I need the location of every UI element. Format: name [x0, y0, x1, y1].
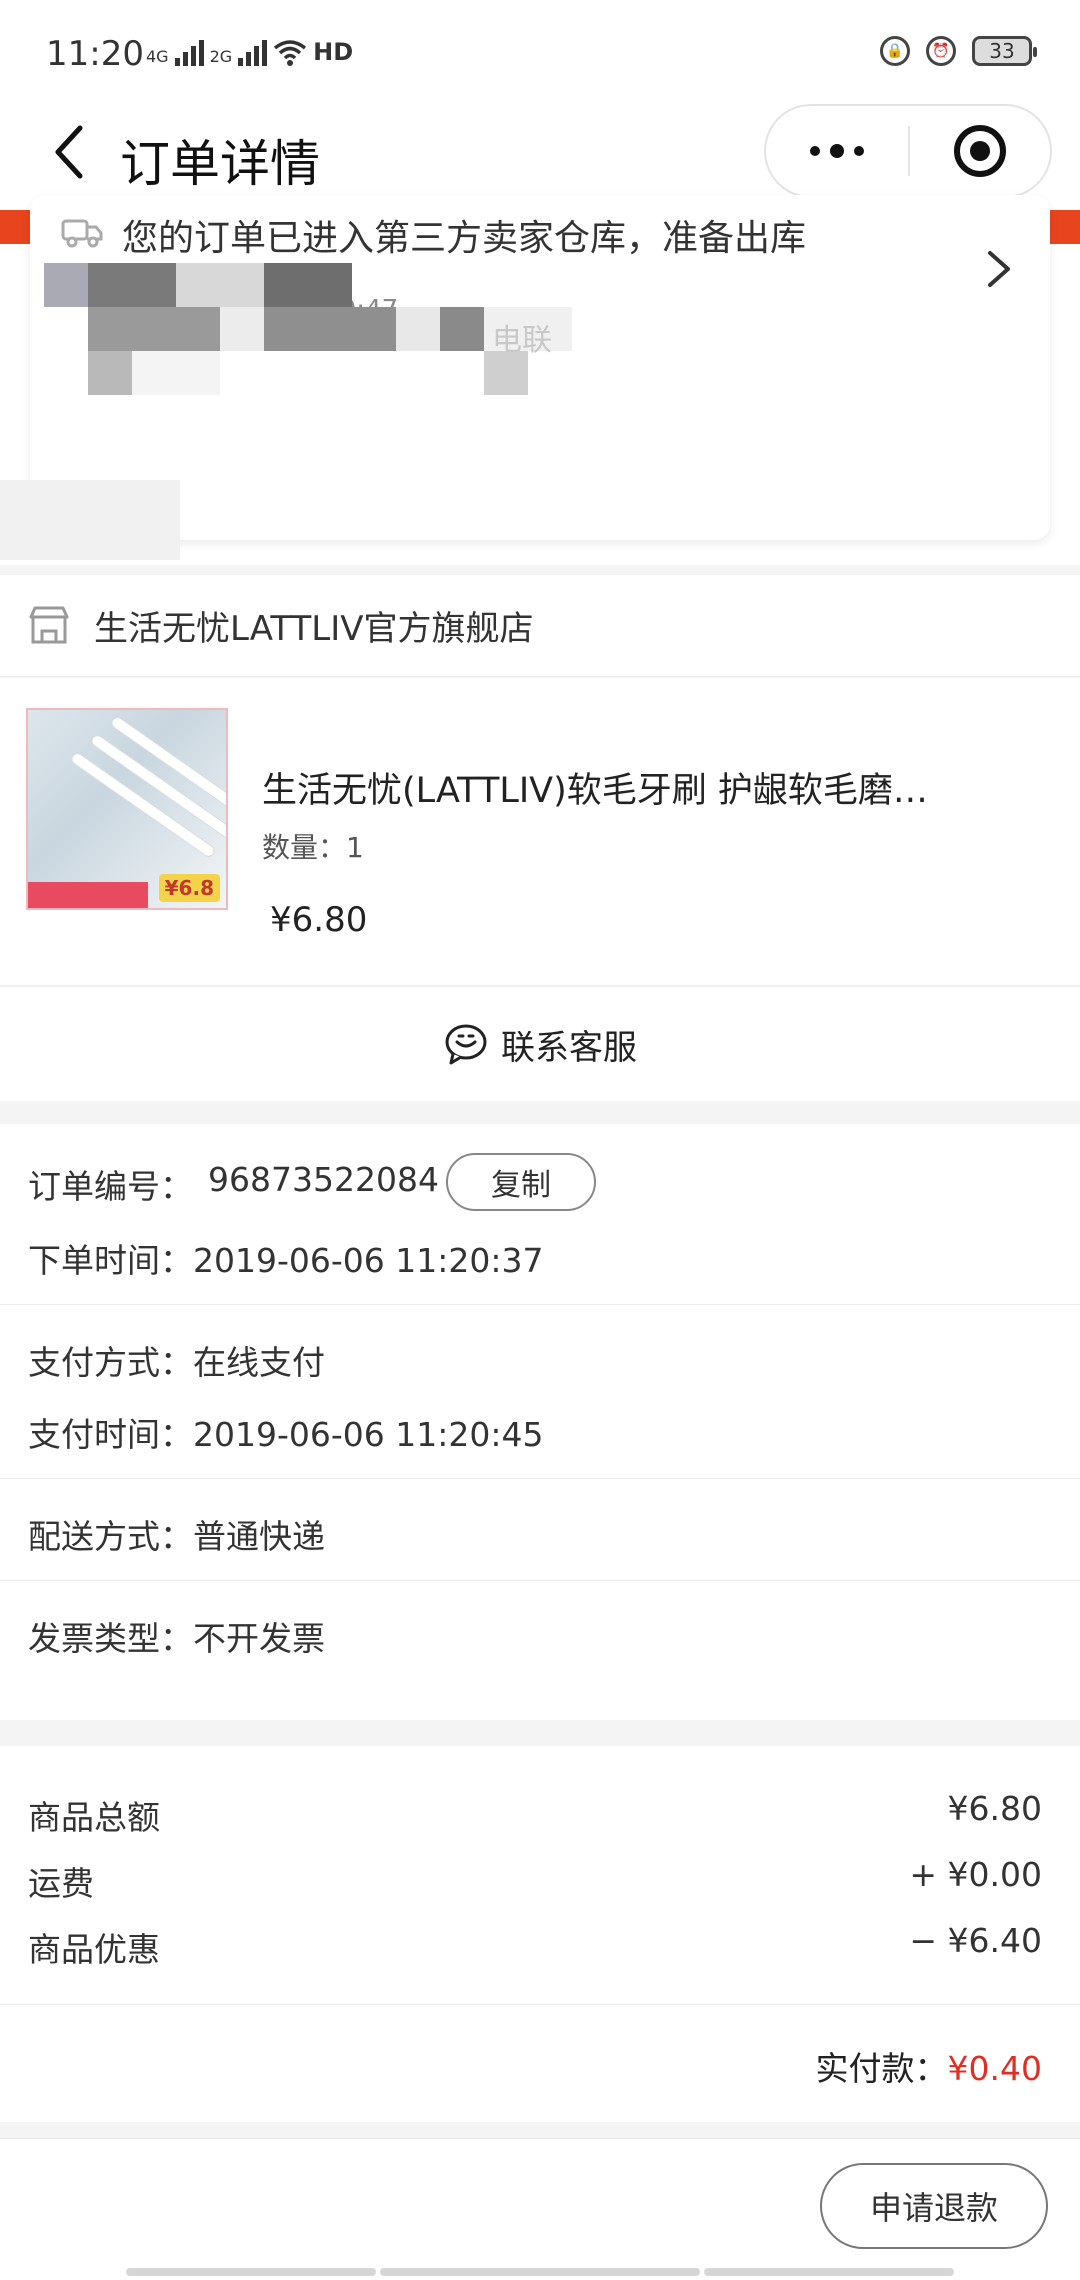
- store-row[interactable]: 生活无忧LATTLIV官方旗舰店: [0, 575, 1080, 677]
- order-status-message: 您的订单已进入第三方卖家仓库，准备出库: [122, 218, 807, 259]
- close-miniapp-button[interactable]: [910, 106, 1050, 196]
- network-indicators: 4G 2G HD: [146, 38, 353, 66]
- goods-total-value: ¥6.80: [947, 1789, 1042, 1828]
- chevron-right-icon: [988, 251, 1010, 287]
- privacy-blur-overflow: [0, 480, 180, 560]
- order-time: 下单时间：2019-06-06 11:20:37: [28, 1241, 544, 1280]
- copy-order-number-button[interactable]: 复制: [446, 1153, 596, 1211]
- contact-service-label: 联系客服: [501, 1027, 637, 1068]
- status-right-icons: 🔒 ⏰ 33: [880, 36, 1037, 66]
- divider: [0, 2004, 1080, 2005]
- order-number-label: 订单编号：: [28, 1167, 193, 1206]
- blurred-contact-label: 电联: [492, 323, 552, 358]
- status-time: 11:20: [46, 34, 144, 74]
- net-4g-label: 4G: [146, 47, 169, 66]
- request-refund-button[interactable]: 申请退款: [820, 2163, 1048, 2249]
- truck-icon: [61, 219, 103, 248]
- target-icon: [953, 125, 1006, 177]
- shipping-label: 运费: [28, 1864, 94, 1903]
- invoice-type: 发票类型：不开发票: [28, 1619, 325, 1658]
- promo-ribbon: [28, 882, 148, 908]
- amount-paid-value: ¥0.40: [947, 2049, 1042, 2088]
- net-2g-label: 2G: [209, 47, 233, 66]
- nav-bar: 订单详情: [0, 100, 1080, 210]
- store-name: 生活无忧LATTLIV官方旗舰店: [94, 609, 534, 649]
- more-dots-icon: [810, 146, 820, 156]
- price-tag: ¥6.8: [158, 874, 220, 902]
- amount-paid-label: 实付款：: [815, 2049, 948, 2088]
- delivery-method: 配送方式：普通快递: [28, 1517, 325, 1556]
- nav-gesture-bar: [380, 2268, 700, 2276]
- product-price: ¥6.80: [270, 900, 368, 940]
- lock-rotation-icon: 🔒: [880, 36, 910, 66]
- discount-label: 商品优惠: [28, 1930, 160, 1969]
- back-button[interactable]: [40, 122, 100, 182]
- hd-badge: HD: [313, 38, 354, 66]
- order-number-value: 96873522084: [208, 1160, 439, 1199]
- status-bar: 11:20 4G 2G HD 🔒 ⏰ 33: [0, 0, 1080, 100]
- nav-gesture-bar: [704, 2268, 954, 2276]
- battery-icon: 33: [972, 36, 1037, 66]
- product-title: 生活无忧(LATTLIV)软毛牙刷 护龈软毛磨…: [262, 771, 928, 811]
- divider: [0, 1580, 1080, 1581]
- payment-method: 支付方式：在线支付: [28, 1343, 325, 1382]
- divider: [0, 1478, 1080, 1479]
- amount-paid: 实付款：¥0.40: [816, 2042, 1042, 2090]
- store-icon: [29, 606, 69, 644]
- discount-value: − ¥6.40: [909, 1921, 1042, 1960]
- more-button[interactable]: [766, 106, 908, 196]
- divider: [0, 1304, 1080, 1305]
- alarm-icon: ⏰: [926, 36, 956, 66]
- product-quantity: 数量：1: [262, 831, 364, 864]
- chat-smile-icon: [445, 1024, 487, 1065]
- goods-total-label: 商品总额: [28, 1798, 160, 1837]
- shipping-value: + ¥0.00: [909, 1855, 1042, 1894]
- privacy-blur: [44, 263, 644, 443]
- contact-service-button[interactable]: 联系客服: [0, 987, 1080, 1101]
- payment-time: 支付时间：2019-06-06 11:20:45: [28, 1415, 544, 1454]
- product-thumbnail[interactable]: ¥6.8: [26, 708, 228, 910]
- signal-icon-2: [238, 40, 268, 66]
- chevron-left-icon: [55, 125, 83, 179]
- wifi-icon: [274, 40, 307, 66]
- page-title: 订单详情: [120, 135, 320, 193]
- product-row[interactable]: ¥6.8 生活无忧(LATTLIV)软毛牙刷 护龈软毛磨… 数量：1 ¥6.80: [0, 678, 1080, 986]
- order-status-card[interactable]: 您的订单已进入第三方卖家仓库，准备出库 2019-06-06 11:20:47 …: [30, 195, 1050, 540]
- signal-icon: [174, 40, 204, 66]
- nav-gesture-bar: [126, 2268, 376, 2276]
- miniapp-capsule: [764, 104, 1052, 198]
